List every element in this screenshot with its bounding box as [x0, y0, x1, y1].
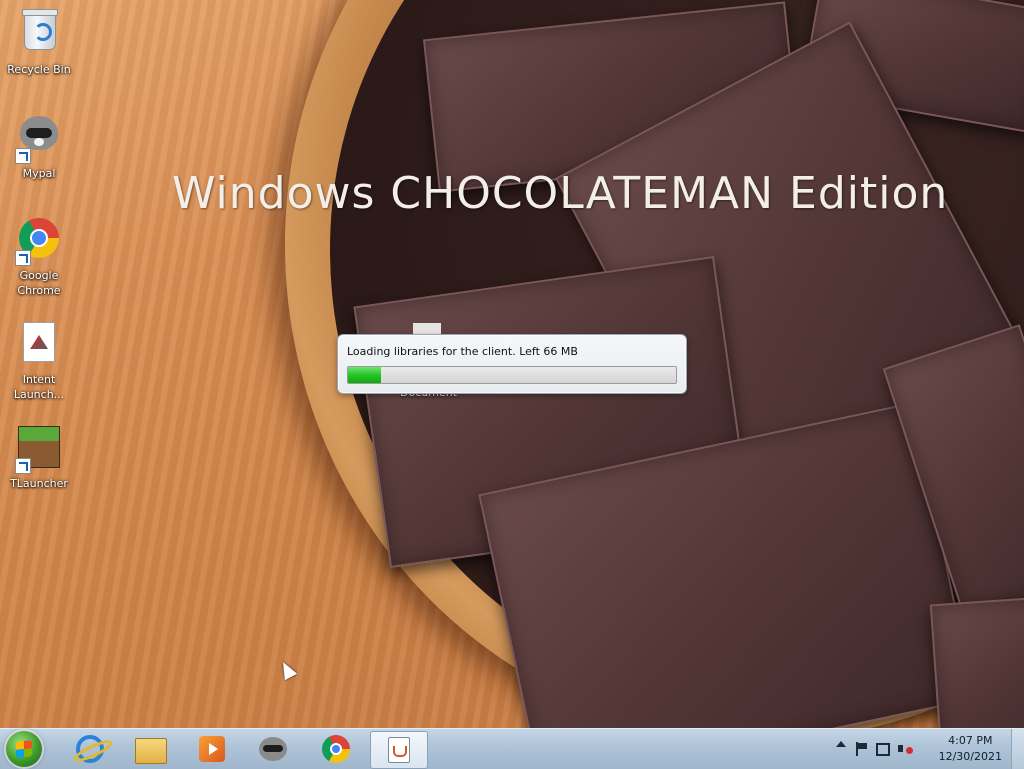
- desktop-icon-label: TLauncher: [10, 477, 68, 490]
- show-hidden-icons-chevron-icon[interactable]: [836, 741, 846, 747]
- document-icon: [15, 322, 63, 370]
- clock[interactable]: 4:07 PM 12/30/2021: [939, 733, 1002, 765]
- clock-date: 12/30/2021: [938, 750, 1002, 763]
- taskbar-internet-explorer[interactable]: [62, 731, 118, 767]
- shortcut-arrow-icon: [15, 148, 31, 164]
- start-button[interactable]: [6, 731, 42, 767]
- shortcut-arrow-icon: [15, 458, 31, 474]
- progress-bar-fill: [348, 367, 381, 383]
- action-center-flag-icon[interactable]: [854, 742, 868, 756]
- raccoon-icon: [15, 116, 63, 164]
- mypal-icon: [259, 737, 287, 761]
- system-tray: 4:07 PM 12/30/2021: [834, 729, 1024, 769]
- java-icon: [388, 737, 410, 763]
- show-desktop-button[interactable]: [1011, 729, 1024, 769]
- desktop-icon-intent-launcher[interactable]: Intent Launch...: [1, 318, 77, 402]
- chrome-icon: [322, 735, 350, 763]
- internet-explorer-icon: [76, 735, 104, 763]
- minecraft-grass-icon: [15, 426, 63, 474]
- desktop-icon-label: Intent: [22, 373, 56, 386]
- loading-popup: Loading libraries for the client. Left 6…: [337, 334, 687, 394]
- clock-time: 4:07 PM: [948, 734, 993, 747]
- progress-bar: [347, 366, 677, 384]
- network-icon[interactable]: [876, 743, 890, 756]
- loading-message: Loading libraries for the client. Left 6…: [347, 345, 578, 358]
- desktop-icon-label: Recycle Bin: [7, 63, 71, 76]
- desktop-icon-mypal[interactable]: Mypal: [1, 110, 77, 181]
- shortcut-arrow-icon: [15, 250, 31, 266]
- chrome-icon: [15, 218, 63, 266]
- taskbar-java-active[interactable]: [370, 731, 428, 769]
- taskbar-file-explorer[interactable]: [123, 731, 179, 767]
- file-explorer-icon: [135, 738, 167, 764]
- desktop-icon-label-line2: Launch...: [13, 388, 65, 401]
- taskbar-chrome[interactable]: [308, 731, 364, 767]
- volume-muted-icon[interactable]: [898, 742, 913, 756]
- taskbar-media-player[interactable]: [184, 731, 240, 767]
- wallpaper-chocolate-piece: [929, 595, 1024, 728]
- desktop-icon-label: Google: [19, 269, 59, 282]
- wallpaper-title: Windows CHOCOLATEMAN Edition: [172, 168, 949, 219]
- taskbar: 4:07 PM 12/30/2021: [0, 728, 1024, 769]
- media-player-icon: [199, 736, 225, 762]
- recycle-bin-icon: [15, 9, 63, 60]
- taskbar-mypal[interactable]: [245, 731, 301, 767]
- desktop-icon-label-line2: Chrome: [17, 284, 61, 297]
- desktop-icon-tlauncher[interactable]: TLauncher: [1, 422, 77, 491]
- desktop-icon-google-chrome[interactable]: Google Chrome: [1, 214, 77, 298]
- desktop-icon-label: Mypal: [22, 167, 56, 180]
- windows-start-icon: [16, 740, 32, 758]
- desktop-icon-recycle-bin[interactable]: Recycle Bin: [1, 6, 77, 77]
